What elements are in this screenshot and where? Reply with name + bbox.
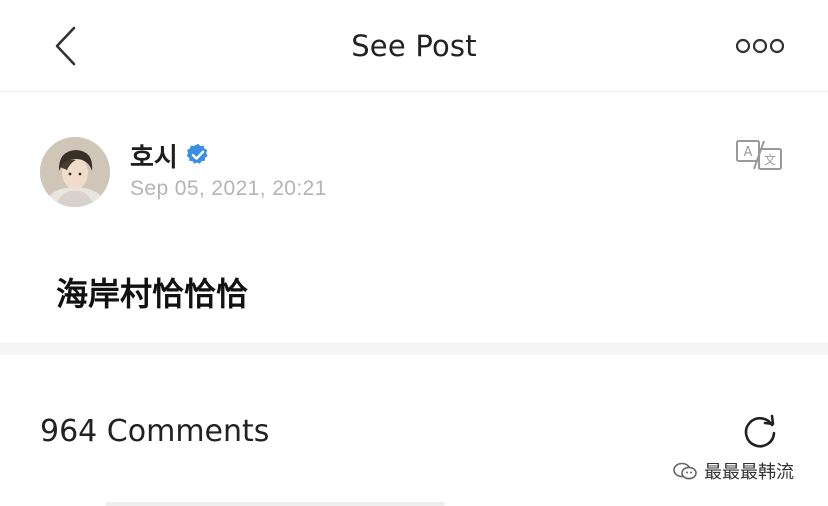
more-options-button[interactable] [734,36,786,56]
post-timestamp: Sep 05, 2021, 20:21 [130,177,327,200]
watermark-text: 最最最韩流 [704,462,794,483]
refresh-comments-button[interactable] [739,410,781,452]
verified-badge-icon [186,143,208,164]
username[interactable]: 호시 [130,137,178,174]
svg-text:A: A [744,145,753,160]
translate-icon: A 文 [736,140,782,170]
svg-text:文: 文 [764,152,776,167]
more-horizontal-icon [735,38,785,54]
post-card: 호시 Sep 05, 2021, 20:21 A 文 海岸村恰恰恰 [0,93,828,343]
author-row: 호시 [130,137,210,174]
wechat-channel-icon [673,462,697,480]
avatar[interactable] [40,137,110,207]
avatar-portrait [40,137,110,207]
see-post-screen: See Post 호시 Sep 05, 2021, 20:21 A 文 海岸村恰… [0,0,828,506]
comments-count: 964 Comments [40,414,270,449]
page-title: See Post [351,29,477,63]
translate-button[interactable]: A 文 [734,139,784,171]
next-comment-placeholder [105,502,445,506]
section-divider [0,343,828,355]
post-body-text: 海岸村恰恰恰 [56,275,249,313]
top-navigation-bar: See Post [0,0,828,92]
source-watermark: 最最最韩流 [672,456,794,486]
refresh-icon [744,414,776,448]
